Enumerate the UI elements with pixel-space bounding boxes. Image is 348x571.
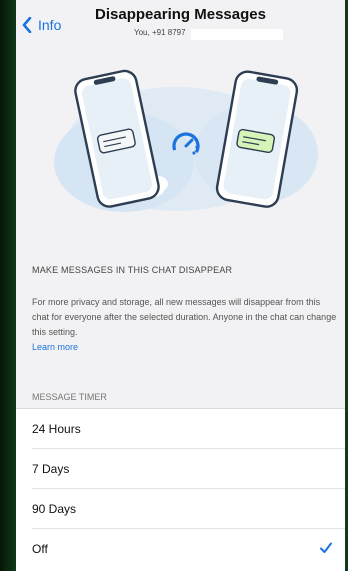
background-left — [0, 0, 16, 571]
checkmark-icon — [319, 541, 333, 558]
section-header: MAKE MESSAGES IN THIS CHAT DISAPPEAR — [32, 265, 233, 275]
timer-option-7-days[interactable]: 7 Days — [16, 449, 345, 489]
phone-screen: Info Disappearing Messages You, +91 8797 — [16, 0, 345, 571]
timer-option-off[interactable]: Off — [16, 529, 345, 569]
option-label: 90 Days — [32, 502, 77, 516]
message-timer-header: MESSAGE TIMER — [32, 392, 107, 402]
timer-options-list: 24 Hours 7 Days 90 Days Off — [16, 408, 345, 571]
learn-more-link[interactable]: Learn more — [32, 340, 337, 355]
contact-subtitle: You, +91 8797 — [134, 28, 186, 37]
page-title: Disappearing Messages — [95, 6, 266, 23]
option-label: Off — [32, 542, 48, 556]
option-label: 24 Hours — [32, 422, 81, 436]
timer-option-90-days[interactable]: 90 Days — [16, 489, 345, 529]
redacted-number — [191, 29, 283, 40]
timer-option-24-hours[interactable]: 24 Hours — [16, 409, 345, 449]
section-description: For more privacy and storage, all new me… — [32, 295, 337, 355]
description-text: For more privacy and storage, all new me… — [32, 297, 337, 337]
illustration — [16, 44, 345, 234]
navigation-bar: Info Disappearing Messages You, +91 8797 — [16, 0, 345, 44]
option-label: 7 Days — [32, 462, 70, 476]
